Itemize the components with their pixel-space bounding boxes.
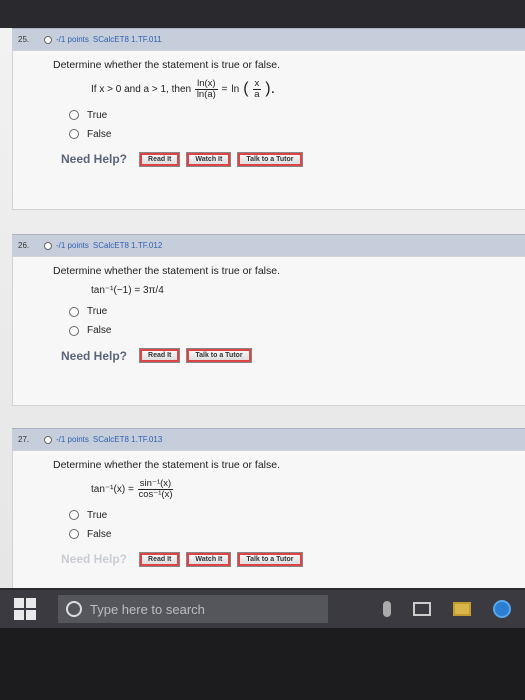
problem-code[interactable]: SCalcET8 1.TF.011 — [93, 35, 162, 44]
question-prompt: Determine whether the statement is true … — [53, 459, 281, 471]
rhs-fraction: x a — [252, 79, 262, 100]
task-view-icon[interactable] — [413, 602, 431, 616]
help-bar: Need Help? Read It Watch It Talk to a Tu… — [61, 551, 525, 567]
formula-lead: If x > 0 and a > 1, then — [91, 83, 192, 95]
equals-sign: = — [221, 83, 228, 95]
taskbar-search-box[interactable]: Type here to search — [58, 595, 328, 623]
browser-icon[interactable] — [493, 600, 511, 618]
points-label[interactable]: -/1 points — [56, 35, 89, 44]
problem-code[interactable]: SCalcET8 1.TF.013 — [93, 435, 162, 444]
points-label[interactable]: -/1 points — [56, 241, 89, 250]
option-label: True — [87, 306, 108, 317]
rhs-function: ln — [231, 83, 240, 95]
question-26: 26. -/1 points SCalcET8 1.TF.012 Determi… — [12, 234, 525, 406]
statement-formula: tan⁻¹(x) = sin⁻¹(x) cos⁻¹(x) — [91, 479, 525, 500]
formula-fraction: ln(x) ln(a) — [195, 79, 218, 100]
option-label: False — [87, 528, 112, 540]
status-dot-icon — [44, 241, 52, 250]
option-label: True — [87, 109, 108, 121]
option-false[interactable]: False — [69, 529, 525, 540]
windows-taskbar: Type here to search — [0, 590, 525, 628]
read-it-button[interactable]: Read It — [139, 151, 181, 167]
option-label: True — [87, 509, 108, 521]
microphone-icon[interactable] — [383, 601, 391, 617]
question-body: Determine whether the statement is true … — [12, 450, 525, 588]
option-true[interactable]: True — [69, 306, 525, 317]
question-number: 25. — [18, 35, 30, 44]
file-explorer-icon[interactable] — [453, 602, 471, 616]
help-bar: Need Help? Read It Watch It Talk to a Tu… — [61, 151, 525, 167]
option-true[interactable]: True — [69, 110, 525, 121]
option-false[interactable]: False — [69, 129, 525, 140]
search-placeholder: Type here to search — [90, 601, 205, 617]
question-header: 26. -/1 points SCalcET8 1.TF.012 — [12, 234, 525, 256]
formula-lhs: tan⁻¹(x) = — [91, 483, 134, 495]
rhs-denominator: a — [254, 88, 260, 100]
question-25: 25. -/1 points SCalcET8 1.TF.011 Determi… — [12, 28, 525, 210]
radio-true[interactable] — [69, 110, 79, 121]
read-it-button[interactable]: Read It — [139, 551, 181, 567]
radio-false[interactable] — [69, 129, 79, 140]
windows-start-icon[interactable] — [14, 598, 36, 620]
close-paren: ). — [265, 80, 276, 98]
read-it-button[interactable]: Read It — [139, 348, 181, 363]
taskbar-icons — [383, 600, 525, 618]
fraction-denominator: cos⁻¹(x) — [138, 488, 173, 500]
points-label[interactable]: -/1 points — [56, 435, 89, 444]
radio-true[interactable] — [69, 510, 79, 521]
need-help-label: Need Help? — [61, 552, 128, 567]
watch-it-button[interactable]: Watch It — [186, 151, 232, 167]
browser-page: 25. -/1 points SCalcET8 1.TF.011 Determi… — [0, 28, 525, 588]
statement-formula: tan⁻¹(−1) = 3π/4 — [91, 285, 164, 296]
option-label: False — [87, 128, 112, 140]
help-bar: Need Help? Read It Talk to a Tutor — [61, 348, 525, 363]
monitor-bezel — [0, 628, 525, 700]
question-prompt: Determine whether the statement is true … — [53, 59, 281, 71]
question-27: 27. -/1 points SCalcET8 1.TF.013 Determi… — [12, 428, 525, 588]
status-dot-icon — [44, 35, 52, 44]
formula-fraction: sin⁻¹(x) cos⁻¹(x) — [137, 479, 174, 500]
talk-to-tutor-button[interactable]: Talk to a Tutor — [237, 551, 303, 567]
option-false[interactable]: False — [69, 325, 525, 336]
need-help-label: Need Help? — [61, 152, 128, 167]
question-body: Determine whether the statement is true … — [12, 256, 525, 406]
question-body: Determine whether the statement is true … — [12, 50, 525, 210]
fraction-denominator: ln(a) — [196, 88, 216, 100]
question-header: 27. -/1 points SCalcET8 1.TF.013 — [12, 428, 525, 450]
radio-false[interactable] — [69, 325, 79, 336]
watch-it-button[interactable]: Watch It — [186, 551, 232, 567]
radio-true[interactable] — [69, 306, 79, 317]
question-number: 26. — [18, 241, 30, 250]
talk-to-tutor-button[interactable]: Talk to a Tutor — [186, 348, 252, 363]
problem-code[interactable]: SCalcET8 1.TF.012 — [93, 241, 162, 250]
cortana-icon — [66, 601, 82, 617]
open-paren: ( — [243, 80, 249, 98]
option-label: False — [87, 325, 112, 336]
statement-formula: If x > 0 and a > 1, then ln(x) ln(a) = l… — [91, 79, 525, 100]
need-help-label: Need Help? — [61, 348, 128, 363]
radio-false[interactable] — [69, 529, 79, 540]
talk-to-tutor-button[interactable]: Talk to a Tutor — [237, 151, 303, 167]
question-prompt: Determine whether the statement is true … — [53, 265, 281, 277]
option-true[interactable]: True — [69, 510, 525, 521]
status-dot-icon — [44, 435, 52, 444]
question-header: 25. -/1 points SCalcET8 1.TF.011 — [12, 28, 525, 50]
question-number: 27. — [18, 435, 30, 444]
